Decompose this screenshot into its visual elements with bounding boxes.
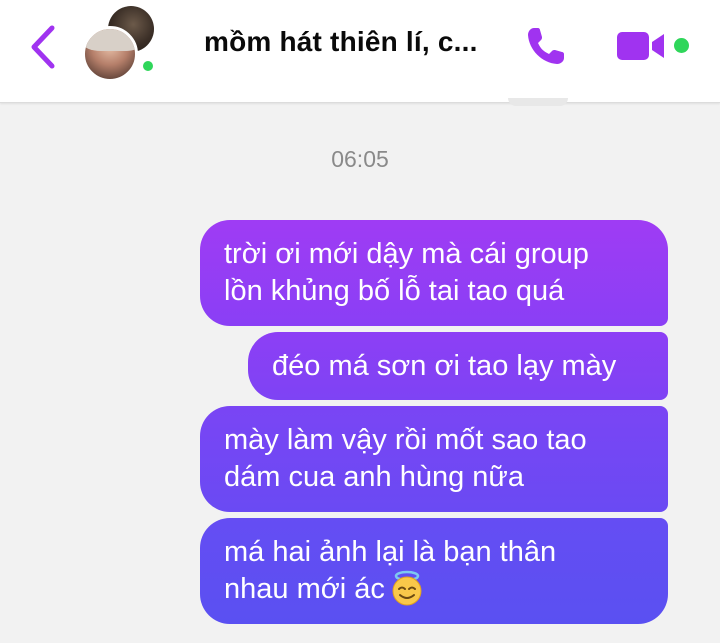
message-text: nhau mới ác (224, 573, 385, 605)
conversation-title[interactable]: mồm hát thiên lí, c... (204, 26, 504, 58)
message-text: dám cua anh hùng nữa (224, 461, 524, 493)
phone-icon (528, 28, 564, 64)
back-button[interactable] (22, 22, 66, 72)
message-text: lồn khủng bố lỗ tai tao quá (224, 275, 565, 307)
message-text: má hai ảnh lại là bạn thân (224, 536, 557, 568)
avatar (82, 26, 138, 82)
online-status-dot (140, 58, 156, 74)
group-avatar[interactable] (82, 6, 162, 86)
message-text-with-emoji: nhau mới ác (224, 571, 644, 608)
message-timestamp: 06:05 (331, 146, 389, 172)
message-bubble[interactable]: mày làm vậy rồi mốt sao tao dám cua anh … (200, 406, 668, 512)
message-bubble[interactable]: trời ơi mới dậy mà cái group lồn khủng b… (200, 220, 668, 326)
scroll-indicator (508, 98, 568, 106)
message-bubble[interactable]: đéo má sơn ơi tao lạy mày (248, 332, 668, 400)
smiling-face-with-halo-emoji (392, 571, 422, 606)
chevron-left-icon (31, 25, 55, 69)
message-text: đéo má sơn ơi tao lạy mày (272, 349, 617, 382)
message-bubble[interactable]: má hai ảnh lại là bạn thân nhau mới ác (200, 518, 668, 624)
chat-header: mồm hát thiên lí, c... (0, 0, 720, 103)
message-text: mày làm vậy rồi mốt sao tao (224, 424, 587, 456)
video-call-button[interactable] (612, 26, 670, 66)
voice-call-button[interactable] (522, 22, 570, 70)
video-camera-icon (617, 32, 664, 60)
message-text: trời ơi mới dậy mà cái group (224, 238, 589, 270)
online-status-dot (674, 38, 689, 53)
